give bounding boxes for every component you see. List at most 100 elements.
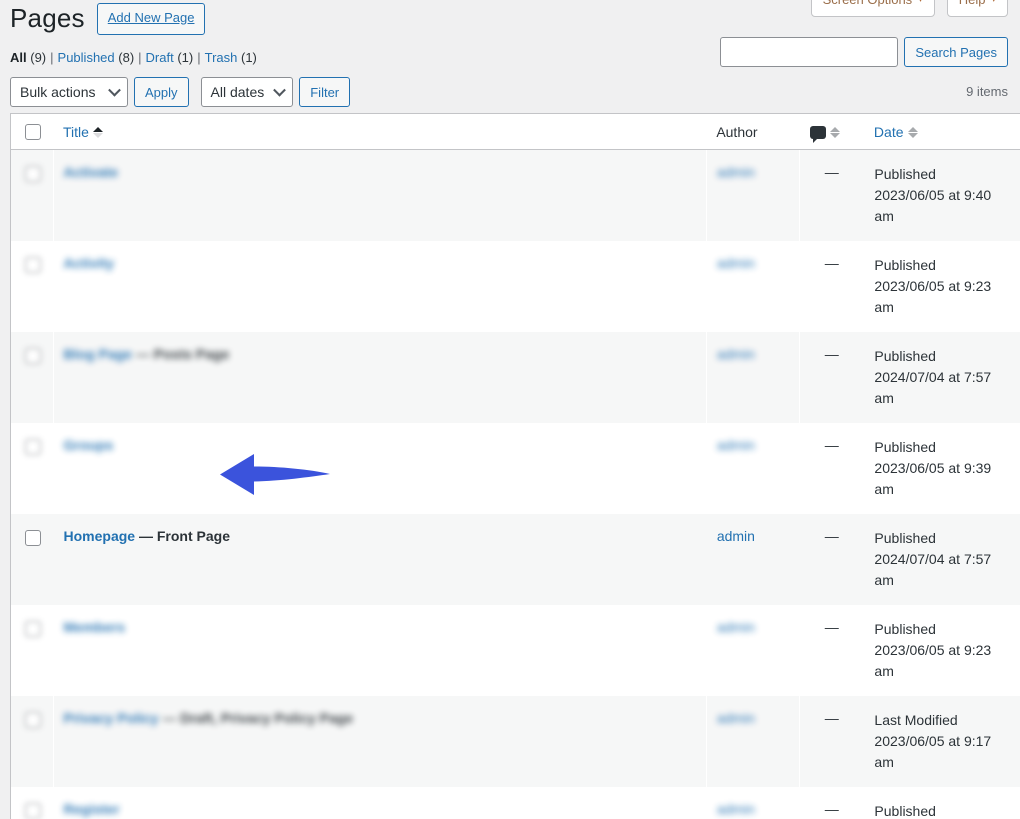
table-row: Activate admin — Published 2023/06/05 at 9:4… (10, 149, 1020, 242)
row-author-cell: admin (706, 150, 799, 242)
row-author-link[interactable]: admin (717, 619, 755, 635)
row-checkbox-cell[interactable] (11, 514, 54, 605)
row-checkbox-cell[interactable] (11, 423, 54, 514)
row-date-cell: Published 2024/07/04 at 7:57 am (864, 332, 1020, 423)
filter-separator: | (197, 50, 201, 65)
status-filter-published[interactable]: Published (8) (58, 50, 135, 65)
tablenav-top: Bulk actions Apply All dates Filter (10, 77, 351, 107)
status-filter-published-label[interactable]: Published (58, 50, 115, 65)
filter-separator: | (50, 50, 54, 65)
search-input[interactable] (720, 37, 899, 67)
row-author-cell: admin (706, 241, 799, 332)
row-date-value: 2024/07/04 at 7:57 am (874, 369, 992, 407)
row-title-cell: Register (53, 787, 706, 819)
row-comments-cell: — (824, 619, 839, 636)
column-header-title[interactable]: Title (53, 113, 707, 151)
sort-indicator-date[interactable] (907, 127, 918, 139)
row-checkbox[interactable] (25, 438, 41, 455)
sort-asc-icon (92, 127, 103, 133)
row-author-link[interactable]: admin (717, 710, 755, 726)
status-filter-trash-count: (1) (241, 50, 257, 65)
select-all-checkbox[interactable] (25, 124, 41, 141)
row-date-cell: Published 2023/06/05 at 9:39 am (864, 423, 1020, 514)
row-author-cell: admin (706, 787, 799, 819)
row-checkbox[interactable] (25, 347, 41, 364)
row-title-link[interactable]: Groups (64, 437, 114, 453)
row-checkbox-cell[interactable] (11, 605, 54, 696)
row-checkbox[interactable] (25, 802, 41, 819)
sort-desc-icon (829, 133, 840, 139)
row-author-link[interactable]: admin (717, 528, 755, 544)
row-title-link[interactable]: Activity (64, 255, 115, 271)
status-filter-draft[interactable]: Draft (1) (146, 50, 194, 65)
row-checkbox[interactable] (25, 711, 41, 728)
row-post-state: — Draft, Privacy Policy Page (158, 710, 353, 727)
row-title-cell: Members (53, 605, 706, 696)
apply-button[interactable]: Apply (134, 77, 189, 107)
chevron-down-icon (273, 83, 287, 97)
row-title-link[interactable]: Activate (64, 164, 118, 180)
row-author-link[interactable]: admin (717, 164, 755, 180)
table-row: Members admin — Published 2023/06/05 at 9:23… (10, 605, 1020, 697)
row-title-link[interactable]: Homepage (64, 528, 136, 544)
row-title-link[interactable]: Register (64, 801, 120, 817)
row-checkbox[interactable] (25, 620, 41, 637)
row-date-status: Published (874, 803, 936, 819)
row-comments-cell: — (824, 710, 839, 727)
row-title-cell: Blog Page — Posts Page (53, 332, 706, 423)
row-date-cell: Published 2024/07/04 at 7:57 am (864, 514, 1020, 605)
sort-asc-icon (907, 127, 918, 133)
row-checkbox-cell[interactable] (11, 787, 54, 819)
row-author-link[interactable]: admin (717, 255, 755, 271)
row-date-status: Published (874, 439, 936, 456)
row-date-status: Published (874, 621, 936, 638)
status-filter-draft-label[interactable]: Draft (146, 50, 174, 65)
sort-by-date-link[interactable]: Date (874, 124, 904, 140)
row-checkbox-cell[interactable] (11, 150, 54, 242)
row-title-cell: Homepage — Front Page (53, 514, 706, 605)
sort-by-title-link[interactable]: Title (63, 124, 89, 140)
help-label: Help (959, 0, 986, 10)
help-button[interactable]: Help ▾ (946, 0, 1008, 17)
status-filter-trash[interactable]: Trash (1) (205, 50, 257, 65)
row-checkbox-cell[interactable] (11, 332, 54, 423)
row-title-link[interactable]: Blog Page (64, 346, 132, 362)
row-comments-cell: — (824, 164, 839, 181)
filter-separator: | (138, 50, 142, 65)
row-author-cell: admin (706, 696, 799, 787)
row-author-link[interactable]: admin (717, 346, 755, 362)
row-author-link[interactable]: admin (717, 801, 755, 817)
column-header-checkbox[interactable] (10, 113, 54, 151)
sort-indicator-comments[interactable] (829, 127, 840, 139)
row-date-value: 2023/06/05 at 9:39 am (874, 460, 992, 498)
sort-desc-icon (92, 133, 103, 139)
row-checkbox[interactable] (25, 529, 41, 546)
bulk-actions-select[interactable]: Bulk actions (10, 77, 128, 107)
page-title: Pages (10, 3, 85, 33)
sort-indicator-title[interactable] (92, 127, 103, 139)
row-comments-cell: — (824, 255, 839, 272)
table-row: Activity admin — Published 2023/06/05 at 9:2… (10, 241, 1020, 333)
filter-button[interactable]: Filter (299, 77, 351, 107)
search-pages-button[interactable]: Search Pages (904, 37, 1008, 67)
column-header-comments[interactable] (799, 113, 864, 151)
status-filter-trash-label[interactable]: Trash (205, 50, 238, 65)
table-header-row: Title Author Date (10, 113, 1020, 151)
row-author-link[interactable]: admin (717, 437, 755, 453)
row-date-status: Published (874, 166, 936, 183)
row-checkbox-cell[interactable] (11, 696, 54, 787)
date-filter-select[interactable]: All dates (200, 77, 294, 107)
row-comments-cell: — (824, 437, 839, 454)
column-header-date[interactable]: Date (863, 113, 1020, 151)
row-checkbox[interactable] (25, 165, 41, 182)
row-author-cell: admin (706, 605, 799, 696)
status-filter-all[interactable]: All (9) (10, 50, 46, 65)
screen-options-button[interactable]: Screen Options ▾ (810, 0, 935, 17)
row-date-status: Last Modified (874, 712, 958, 729)
row-title-link[interactable]: Privacy Policy (64, 710, 159, 726)
row-title-link[interactable]: Members (64, 619, 125, 635)
row-checkbox-cell[interactable] (11, 241, 54, 332)
row-checkbox[interactable] (25, 256, 41, 273)
row-date-status: Published (874, 348, 936, 365)
add-new-page-button[interactable]: Add New Page (96, 3, 206, 35)
